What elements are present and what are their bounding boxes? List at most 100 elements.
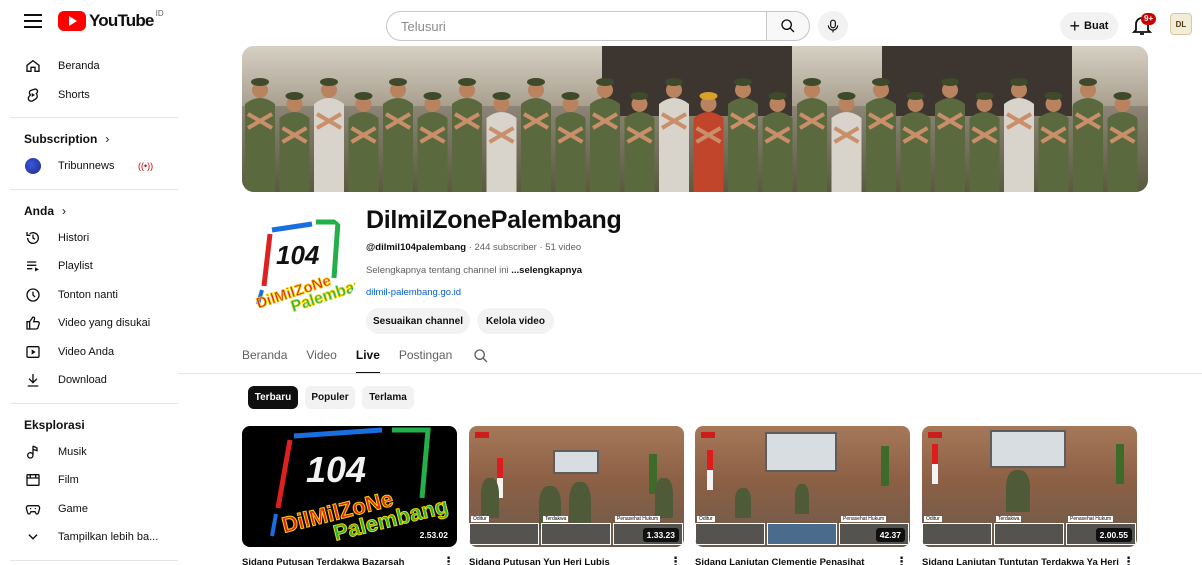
video-title[interactable]: Sidang Lanjutan Tuntutan Terdakwa Ya Her…: [922, 557, 1122, 565]
more-link[interactable]: ...selengkapnya: [511, 265, 582, 276]
account-avatar[interactable]: DL: [1170, 13, 1192, 35]
channel-avatar: [24, 157, 42, 175]
video-title[interactable]: Sidang Putusan Yun Heri Lubis: [469, 557, 669, 565]
banner-group-photo: [245, 78, 1138, 192]
channel-avatar-logo[interactable]: 104 DilMilZoNe Palembang: [242, 208, 358, 324]
thumbnail-label: Terdakwa: [543, 516, 569, 522]
sidebar-item-show-more[interactable]: Tampilkan lebih ba...: [0, 523, 178, 552]
sidebar-item-download[interactable]: Download: [0, 366, 178, 395]
more-options-icon[interactable]: ⋮: [895, 554, 908, 565]
film-icon: [24, 471, 42, 489]
thumbnail-label: Penasehat Hukum: [615, 516, 661, 522]
sidebar-item-film[interactable]: Film: [0, 466, 178, 495]
subscription-heading[interactable]: Subscription ›: [0, 126, 178, 152]
sidebar-item-musik[interactable]: Musik: [0, 438, 178, 467]
thumbnail-label: Oditur: [471, 516, 489, 522]
top-bar: YouTube ID + Buat 9+ DL: [0, 0, 1202, 46]
chip-populer[interactable]: Populer: [305, 386, 355, 409]
chevron-right-icon: ›: [105, 132, 110, 146]
sidebar-item-playlist[interactable]: Playlist: [0, 252, 178, 281]
tab-live[interactable]: Live: [355, 348, 380, 374]
sidebar-item-histori[interactable]: Histori: [0, 224, 178, 253]
country-code: ID: [155, 9, 164, 18]
channel-website-link[interactable]: dilmil-palembang.go.id: [366, 287, 461, 298]
sidebar-item-label: Game: [58, 502, 88, 515]
chevron-right-icon: ›: [62, 203, 66, 218]
home-icon: [24, 57, 42, 75]
sidebar-divider: [10, 117, 178, 118]
channel-description[interactable]: Selengkapnya tentang channel ini ...sele…: [366, 265, 582, 276]
sidebar-item-label: Download: [58, 374, 107, 387]
create-button[interactable]: + Buat: [1060, 12, 1118, 40]
sidebar-item-video-disukai[interactable]: Video yang disukai: [0, 309, 178, 338]
thumbnail-label: Terdakwa: [996, 516, 1022, 522]
sidebar-item-label: Playlist: [58, 260, 93, 273]
video-thumbnail[interactable]: 104 DilMilZoNe Palembang 2.53.02: [242, 426, 457, 547]
you-heading[interactable]: Anda ›: [0, 198, 178, 224]
notification-count-badge: 9+: [1141, 13, 1157, 25]
sidebar-item-label: Tribunnews: [58, 160, 115, 173]
history-icon: [24, 229, 42, 247]
search-bar: [386, 11, 810, 41]
explore-heading-label: Eksplorasi: [24, 417, 85, 432]
logo-text: YouTube: [89, 11, 154, 30]
chevron-down-icon: [24, 528, 42, 546]
channel-name: DilmilZonePalembang: [366, 206, 622, 234]
sidebar-item-game[interactable]: Game: [0, 495, 178, 524]
menu-icon[interactable]: [24, 14, 42, 30]
manage-videos-button[interactable]: Kelola video: [477, 308, 554, 334]
video-thumbnail[interactable]: Oditur Terdakwa Penasehat Hukum 1.33.23: [469, 426, 684, 547]
search-button[interactable]: [766, 11, 810, 41]
sidebar-item-shorts[interactable]: Shorts: [0, 81, 178, 110]
video-thumbnail[interactable]: Oditur Penasehat Hukum 42.37: [695, 426, 910, 547]
video-duration: 42.37: [875, 528, 905, 542]
sidebar-divider: [10, 559, 178, 561]
voice-search-button[interactable]: [818, 11, 848, 41]
microphone-icon: [827, 19, 839, 33]
sidebar-item-label: Tampilkan lebih ba...: [58, 531, 159, 544]
sidebar-divider: [10, 402, 178, 404]
more-options-icon[interactable]: ⋮: [442, 554, 455, 565]
chip-terbaru[interactable]: Terbaru: [248, 386, 298, 409]
video-card: Oditur Terdakwa Penasehat Hukum 2.00.55 …: [922, 426, 1137, 565]
thumb-up-icon: [24, 314, 42, 332]
sidebar-item-tribunnews[interactable]: Tribunnews ((•)): [0, 152, 178, 181]
thumbnail-label: Penasehat Hukum: [841, 516, 887, 522]
tab-beranda[interactable]: Beranda: [242, 348, 287, 374]
search-input[interactable]: [386, 11, 766, 41]
channel-stats: · 244 subscriber · 51 video: [466, 242, 582, 253]
shorts-icon: [24, 86, 42, 104]
playlist-icon: [24, 257, 42, 275]
sidebar-item-tonton-nanti[interactable]: Tonton nanti: [0, 281, 178, 310]
youtube-logo[interactable]: YouTube ID: [58, 9, 164, 31]
sidebar: Beranda Shorts Subscription › Tribunnews…: [0, 52, 178, 565]
video-card: 104 DilMilZoNe Palembang 2.53.02 Sidang …: [242, 426, 457, 565]
channel-description-text: Selengkapnya tentang channel ini: [366, 265, 512, 276]
thumbnail-label: Oditur: [924, 516, 942, 522]
sidebar-item-label: Film: [58, 474, 79, 487]
channel-banner: [242, 46, 1148, 192]
chip-terlama[interactable]: Terlama: [362, 386, 414, 409]
you-heading-label: Anda: [24, 203, 54, 218]
tab-video[interactable]: Video: [306, 348, 336, 374]
sidebar-divider: [10, 188, 178, 190]
video-title[interactable]: Sidang Lanjutan Clementie Penasihat: [695, 557, 895, 565]
live-indicator-icon: ((•)): [138, 161, 154, 172]
thumbnail-logo-number: 104: [306, 449, 366, 490]
plus-icon: +: [1069, 16, 1081, 36]
customize-channel-button[interactable]: Sesuaikan channel: [366, 308, 470, 334]
sidebar-item-label: Beranda: [58, 60, 100, 73]
download-icon: [24, 371, 42, 389]
more-options-icon[interactable]: ⋮: [1122, 554, 1135, 565]
music-icon: [24, 443, 42, 461]
channel-handle: @dilmil104palembang: [366, 242, 467, 253]
more-options-icon[interactable]: ⋮: [669, 554, 682, 565]
channel-search-icon[interactable]: [473, 348, 489, 364]
tab-postingan[interactable]: Postingan: [399, 348, 452, 374]
sidebar-item-beranda[interactable]: Beranda: [0, 52, 178, 81]
video-thumbnail[interactable]: Oditur Terdakwa Penasehat Hukum 2.00.55: [922, 426, 1137, 547]
sidebar-item-label: Tonton nanti: [58, 288, 118, 301]
video-title[interactable]: Sidang Putusan Terdakwa Bazarsah: [242, 557, 442, 565]
sidebar-item-video-anda[interactable]: Video Anda: [0, 338, 178, 367]
thumbnail-label: Penasehat Hukum: [1068, 516, 1114, 522]
